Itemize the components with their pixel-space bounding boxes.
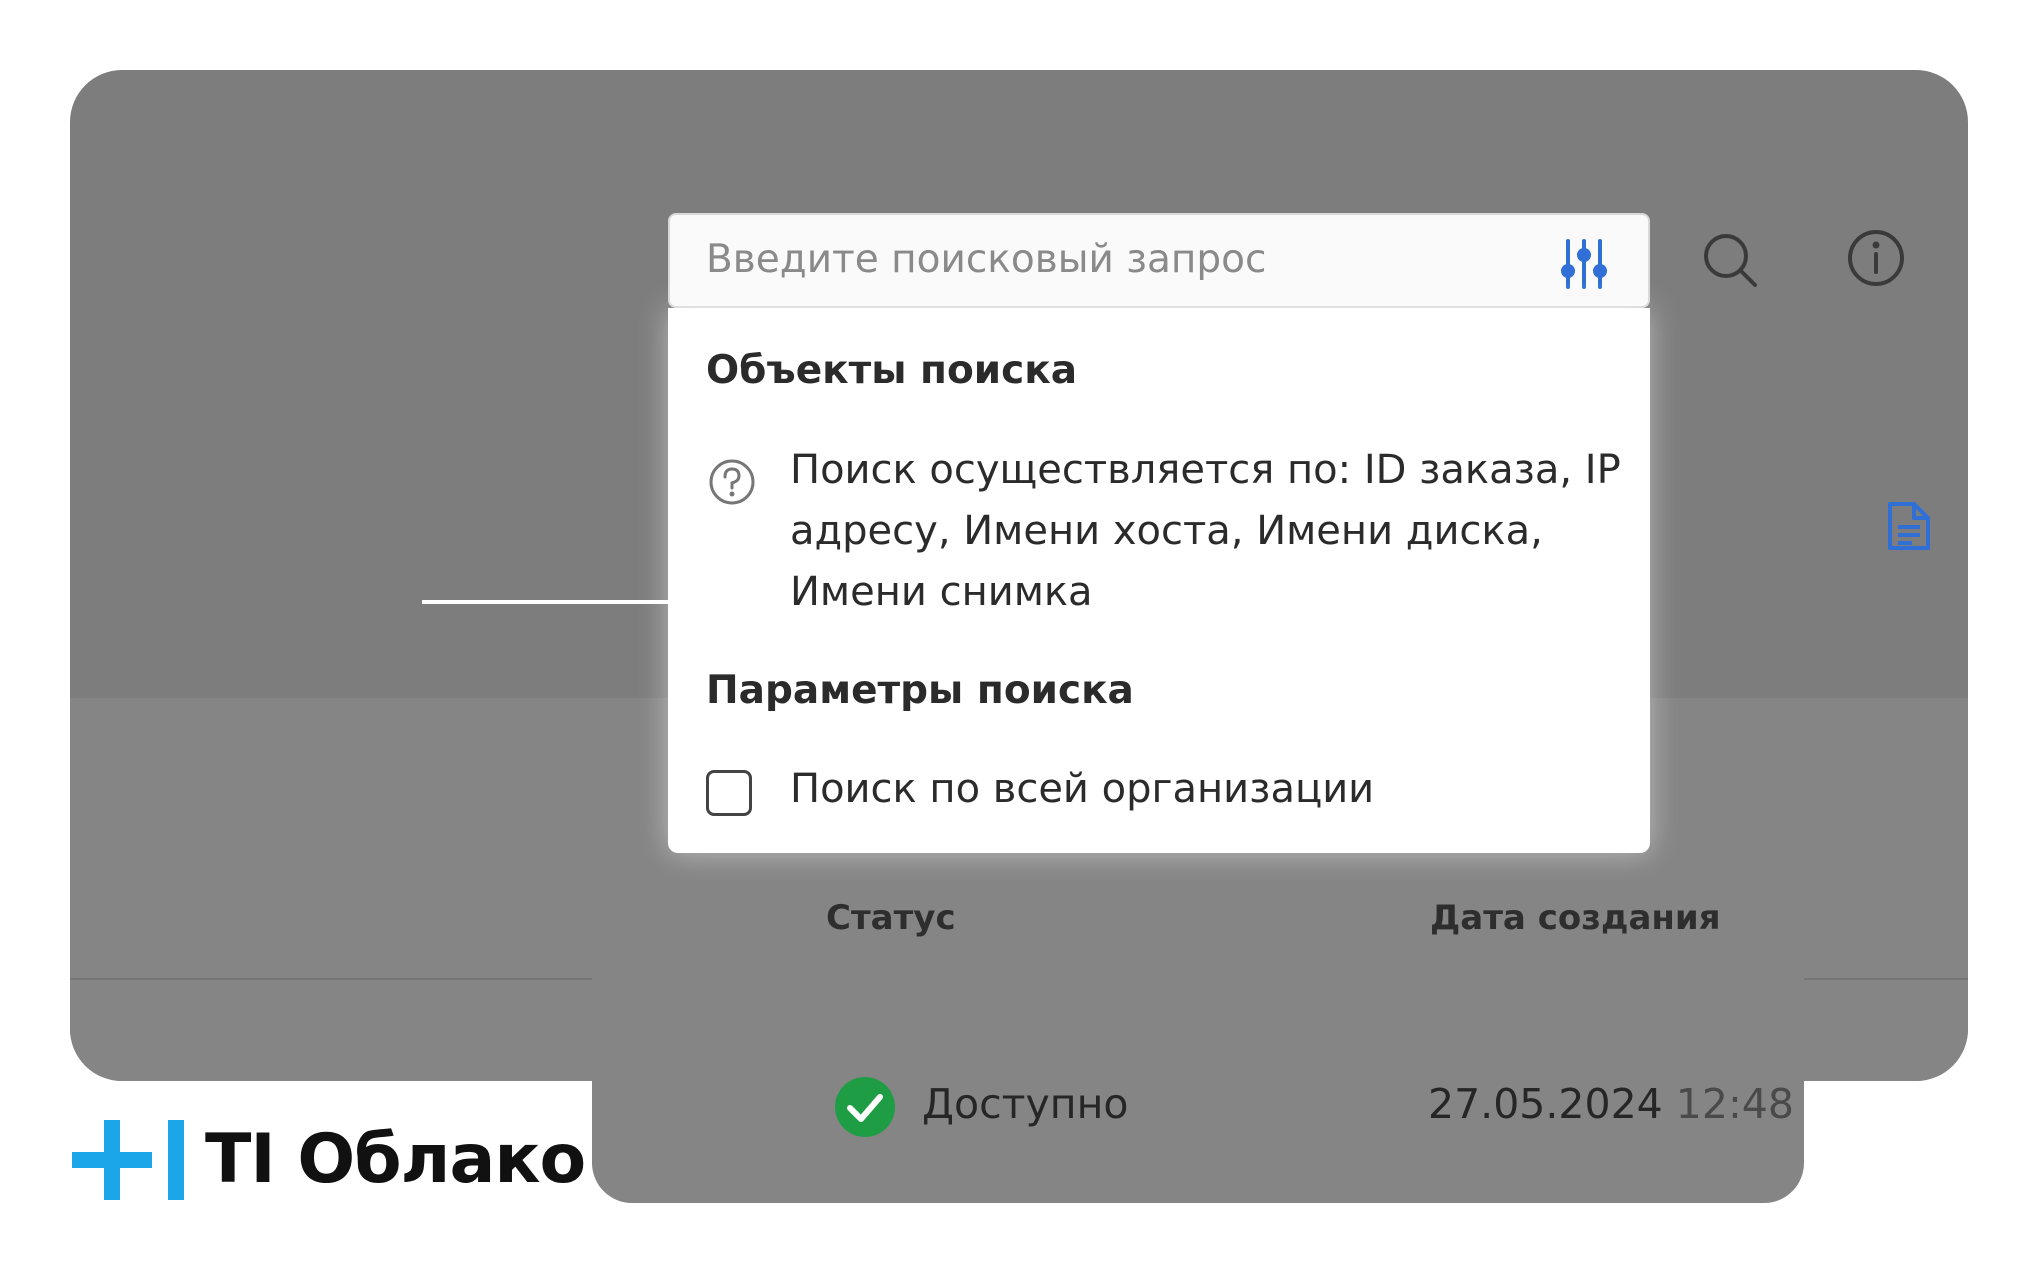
row-created-date: 27.05.2024 12:48 [1428,1080,1794,1128]
org-search-checkbox[interactable] [706,770,752,816]
document-icon[interactable] [1886,500,1932,556]
search-objects-title: Объекты поиска [706,348,1078,393]
question-icon [708,458,756,510]
org-search-label[interactable]: Поиск по всей организации [790,766,1374,812]
search-params-title: Параметры поиска [706,668,1134,713]
table-body-panel [592,940,1804,1203]
row-status: Доступно [922,1080,1129,1128]
search-options-dropdown: Объекты поиска Поиск осуществляется по: … [668,308,1650,853]
brand-name: TI Облако [205,1120,586,1199]
search-objects-help: Поиск осуществляется по: ID заказа, IP а… [790,447,1621,615]
row-time: 12:48 [1675,1080,1794,1128]
search-placeholder: Введите поисковый запрос [706,237,1267,282]
row-date: 27.05.2024 [1428,1080,1663,1128]
check-circle-icon [833,1075,897,1143]
status-column-header[interactable]: Статус [826,898,956,938]
info-icon[interactable] [1846,228,1906,292]
pointer-arrow [420,580,700,628]
sliders-icon[interactable] [1560,239,1608,293]
brand-logo-mark [72,1118,188,1206]
search-input[interactable]: Введите поисковый запрос [668,213,1650,308]
app-frame: Введите поисковый запрос Объекты поиска [70,70,1968,1203]
created-column-header[interactable]: Дата создания [1430,898,1721,938]
search-icon[interactable] [1700,230,1760,294]
